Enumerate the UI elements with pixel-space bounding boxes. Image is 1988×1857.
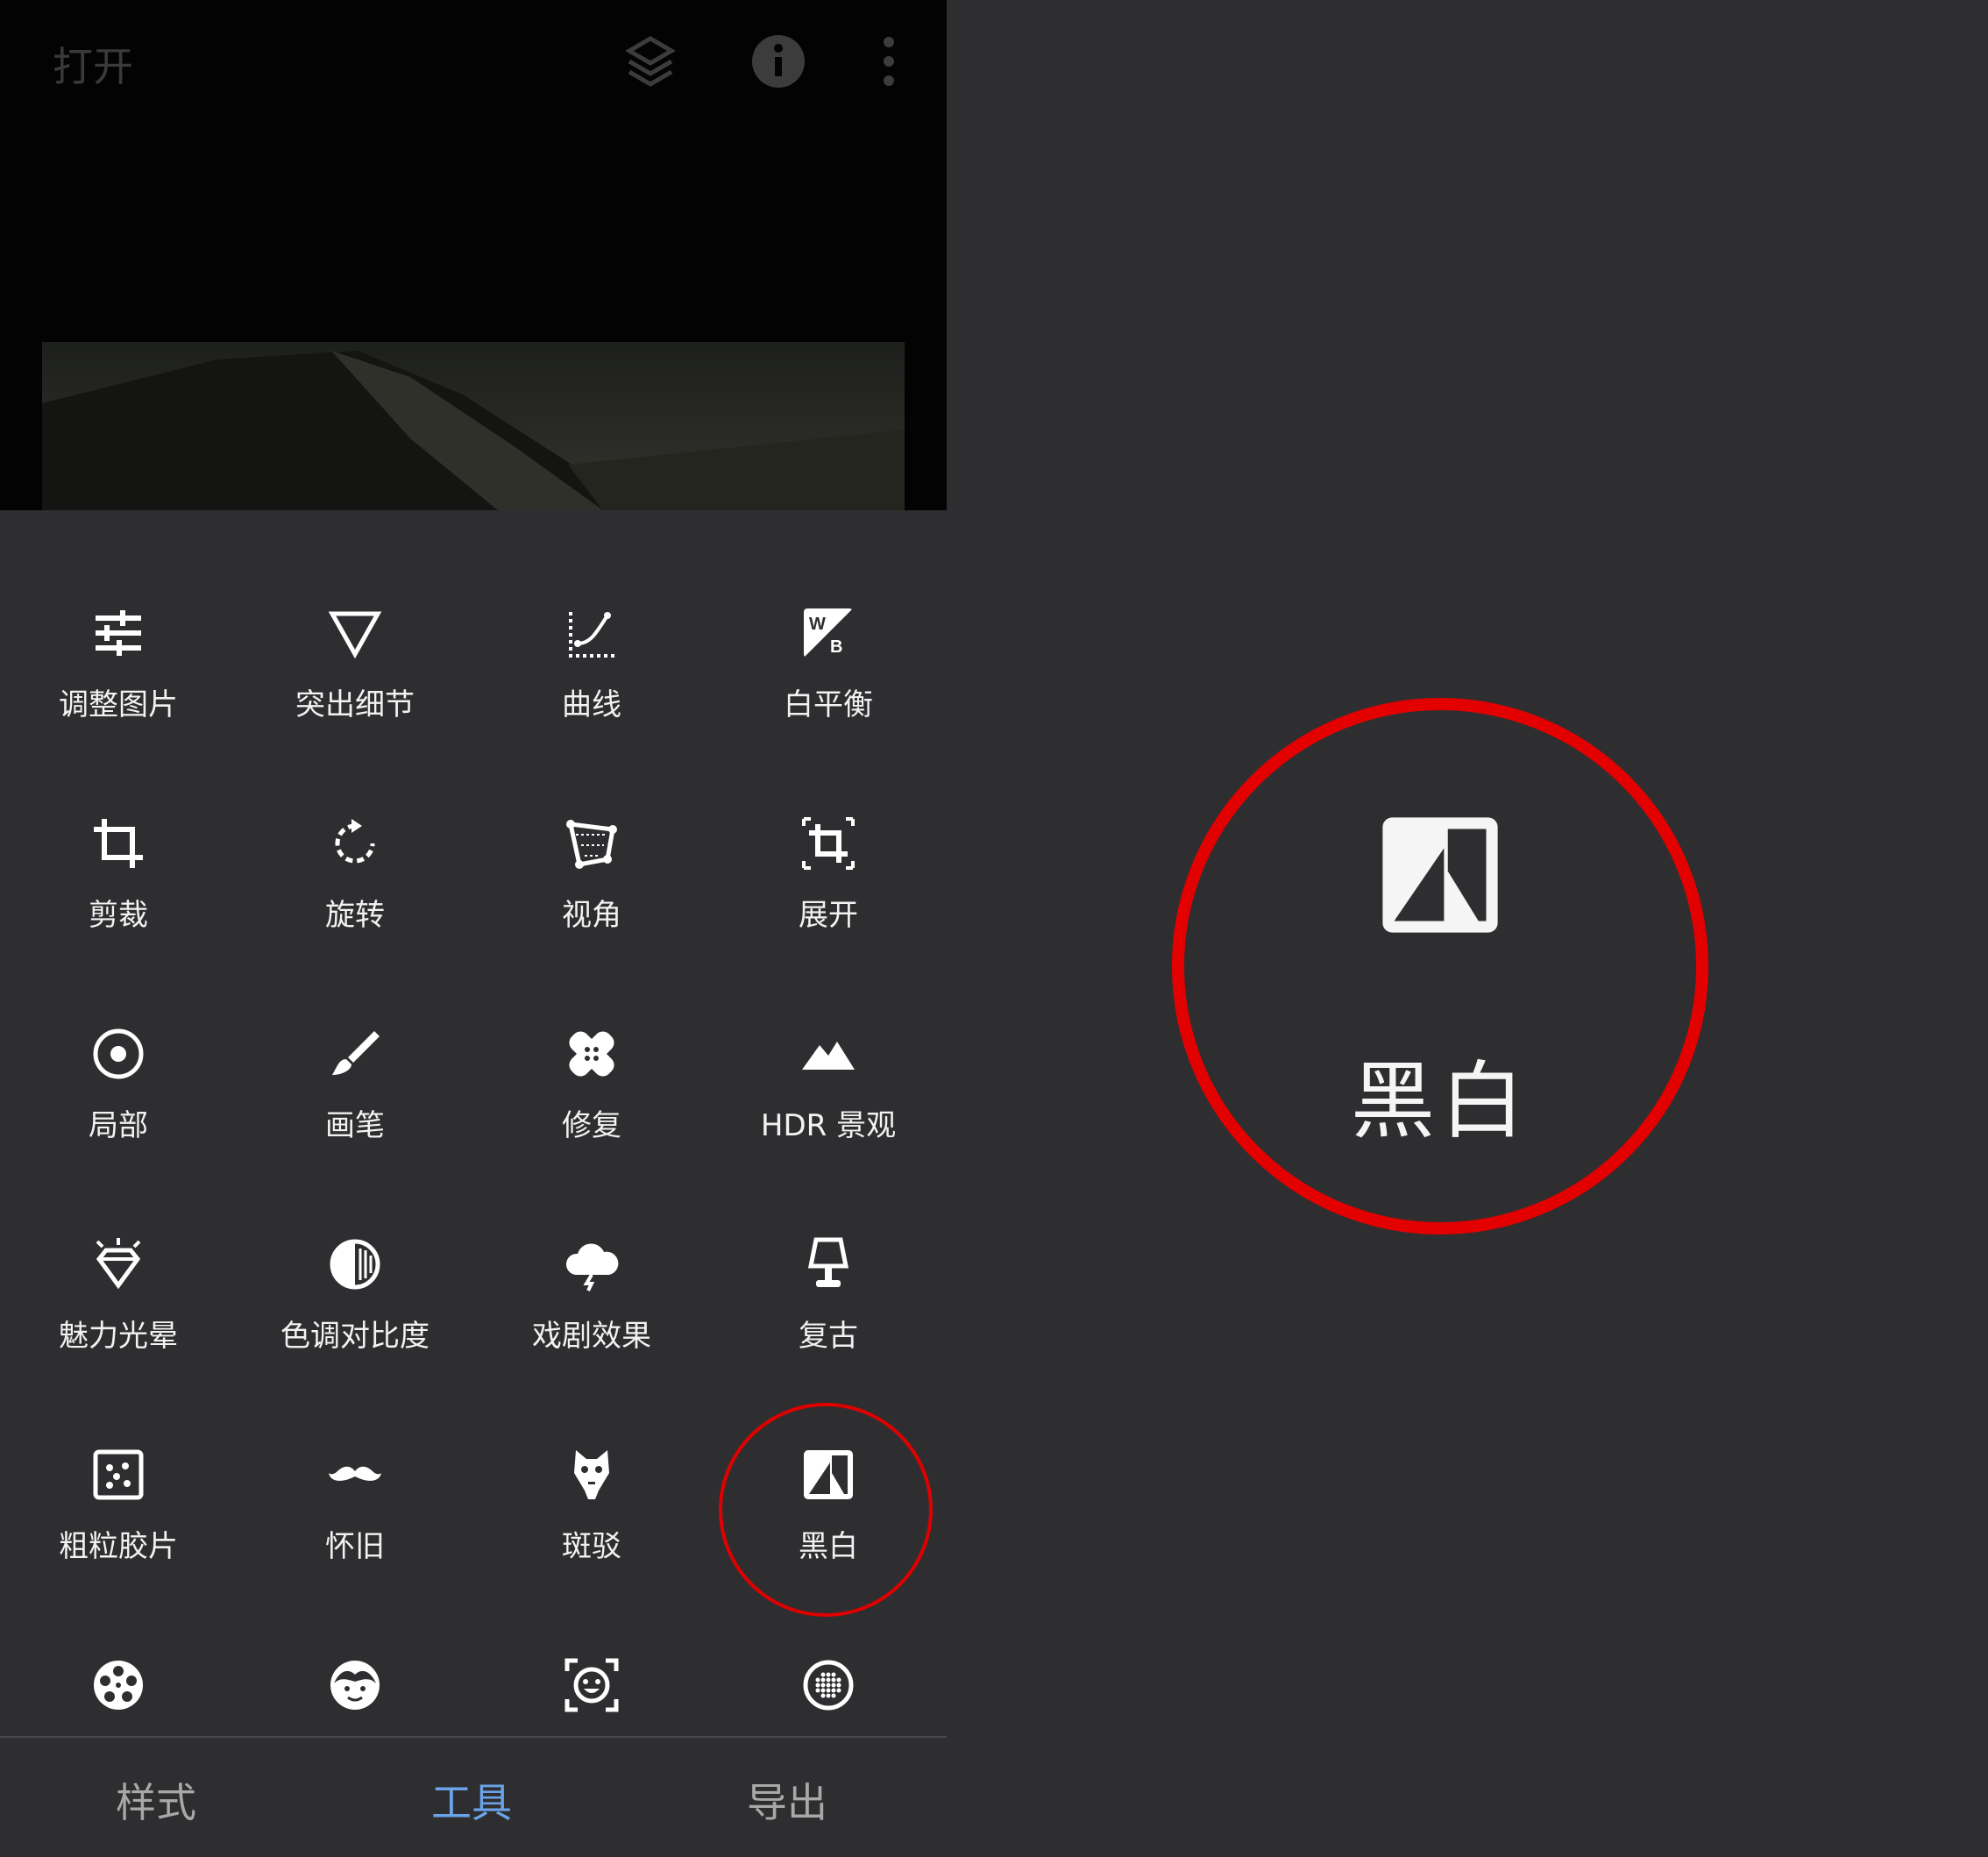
zoom-black-white-label: 黑白 (1351, 1052, 1530, 1150)
tool-head-pose[interactable] (473, 1640, 710, 1736)
tool-label: 斑驳 (562, 1529, 621, 1564)
tool-label: 剪裁 (89, 898, 148, 933)
tool-label: 突出细节 (295, 687, 415, 722)
tool-label: 画笔 (325, 1108, 385, 1143)
info-icon[interactable] (743, 26, 813, 96)
tool-label: 曲线 (562, 687, 621, 722)
white-balance-icon: W B (804, 608, 853, 658)
tool-selective[interactable]: 局部 (0, 1008, 237, 1219)
tool-label: 色调对比度 (280, 1319, 430, 1354)
tool-label: 白平衡 (784, 687, 873, 722)
snapseed-phone-screen: 打开 调整图片 突出细节 曲线 W B 白平衡 剪裁 旋转 视角 展开 局部 画… (0, 0, 947, 1857)
tab-tools[interactable]: 工具 (431, 1771, 512, 1829)
crop-icon (94, 819, 143, 868)
tool-healing[interactable]: 修复 (473, 1008, 710, 1219)
face-frame-icon (564, 1658, 619, 1712)
film-reel-icon (94, 1661, 143, 1710)
tool-adjust-image[interactable]: 调整图片 (0, 587, 237, 798)
grainy-film-icon (93, 1449, 144, 1500)
more-vert-icon[interactable] (854, 26, 924, 96)
tab-export[interactable]: 导出 (747, 1771, 827, 1829)
expand-icon (802, 817, 855, 870)
tool-label: 粗粒胶片 (59, 1529, 178, 1564)
tool-brush[interactable]: 画笔 (237, 1008, 473, 1219)
highlight-circle-small (719, 1403, 933, 1617)
tool-portrait[interactable] (237, 1640, 473, 1736)
tool-white-balance[interactable]: W B 白平衡 (710, 587, 947, 798)
layers-refresh-icon[interactable] (615, 26, 685, 96)
tonal-contrast-icon (330, 1239, 380, 1290)
grunge-icon (574, 1450, 609, 1499)
tool-label: 视角 (562, 898, 621, 933)
glamour-glow-icon (96, 1238, 141, 1290)
hdr-mountain-icon (802, 1042, 855, 1070)
tool-label: 局部 (89, 1108, 148, 1143)
photo-thumbnail (42, 342, 905, 510)
tool-label: 调整图片 (59, 687, 178, 722)
tool-label: 修复 (562, 1108, 621, 1143)
curves-icon (569, 612, 614, 658)
perspective-icon (566, 820, 617, 869)
open-button[interactable]: 打开 (53, 35, 133, 93)
brush-icon (332, 1031, 380, 1075)
svg-text:W: W (809, 615, 826, 634)
tool-label: 旋转 (325, 898, 385, 933)
tool-grainy-film[interactable]: 粗粒胶片 (0, 1429, 237, 1640)
bottom-nav-divider (0, 1736, 947, 1738)
tool-label: HDR 景观 (760, 1108, 897, 1143)
tool-tonal-contrast[interactable]: 色调对比度 (237, 1219, 473, 1429)
tab-looks[interactable]: 样式 (116, 1771, 196, 1829)
tool-glamour-glow[interactable]: 魅力光晕 (0, 1219, 237, 1429)
tool-film[interactable] (0, 1640, 237, 1736)
tool-perspective[interactable]: 视角 (473, 798, 710, 1008)
healing-icon (569, 1031, 614, 1077)
tool-lens-blur[interactable] (710, 1640, 947, 1736)
tool-label: 魅力光晕 (59, 1319, 178, 1354)
tool-label: 展开 (799, 898, 858, 933)
tool-retrolux[interactable]: 怀旧 (237, 1429, 473, 1640)
tool-label: 怀旧 (325, 1529, 385, 1564)
black-white-icon (1382, 817, 1498, 933)
tool-drama[interactable]: 戏剧效果 (473, 1219, 710, 1429)
dots-circle-icon (803, 1660, 854, 1711)
vintage-lamp-icon (807, 1237, 849, 1287)
tool-hdr-scape[interactable]: HDR 景观 (710, 1008, 947, 1219)
tool-rotate[interactable]: 旋转 (237, 798, 473, 1008)
tool-crop[interactable]: 剪裁 (0, 798, 237, 1008)
tool-expand[interactable]: 展开 (710, 798, 947, 1008)
mustache-icon (329, 1466, 381, 1481)
face-icon (330, 1661, 380, 1710)
rotate-icon (335, 819, 375, 864)
tool-grunge[interactable]: 斑驳 (473, 1429, 710, 1640)
image-preview-area: 打开 (0, 0, 947, 510)
tune-icon (96, 610, 141, 656)
tool-label: 戏剧效果 (532, 1319, 651, 1354)
tool-curves[interactable]: 曲线 (473, 587, 710, 798)
tool-label: 复古 (799, 1319, 858, 1354)
selective-icon (93, 1028, 144, 1079)
drama-cloud-icon (565, 1243, 619, 1291)
tool-vintage[interactable]: 复古 (710, 1219, 947, 1429)
svg-text:B: B (830, 637, 842, 657)
tool-details[interactable]: 突出细节 (237, 587, 473, 798)
details-triangle-icon (328, 611, 382, 659)
